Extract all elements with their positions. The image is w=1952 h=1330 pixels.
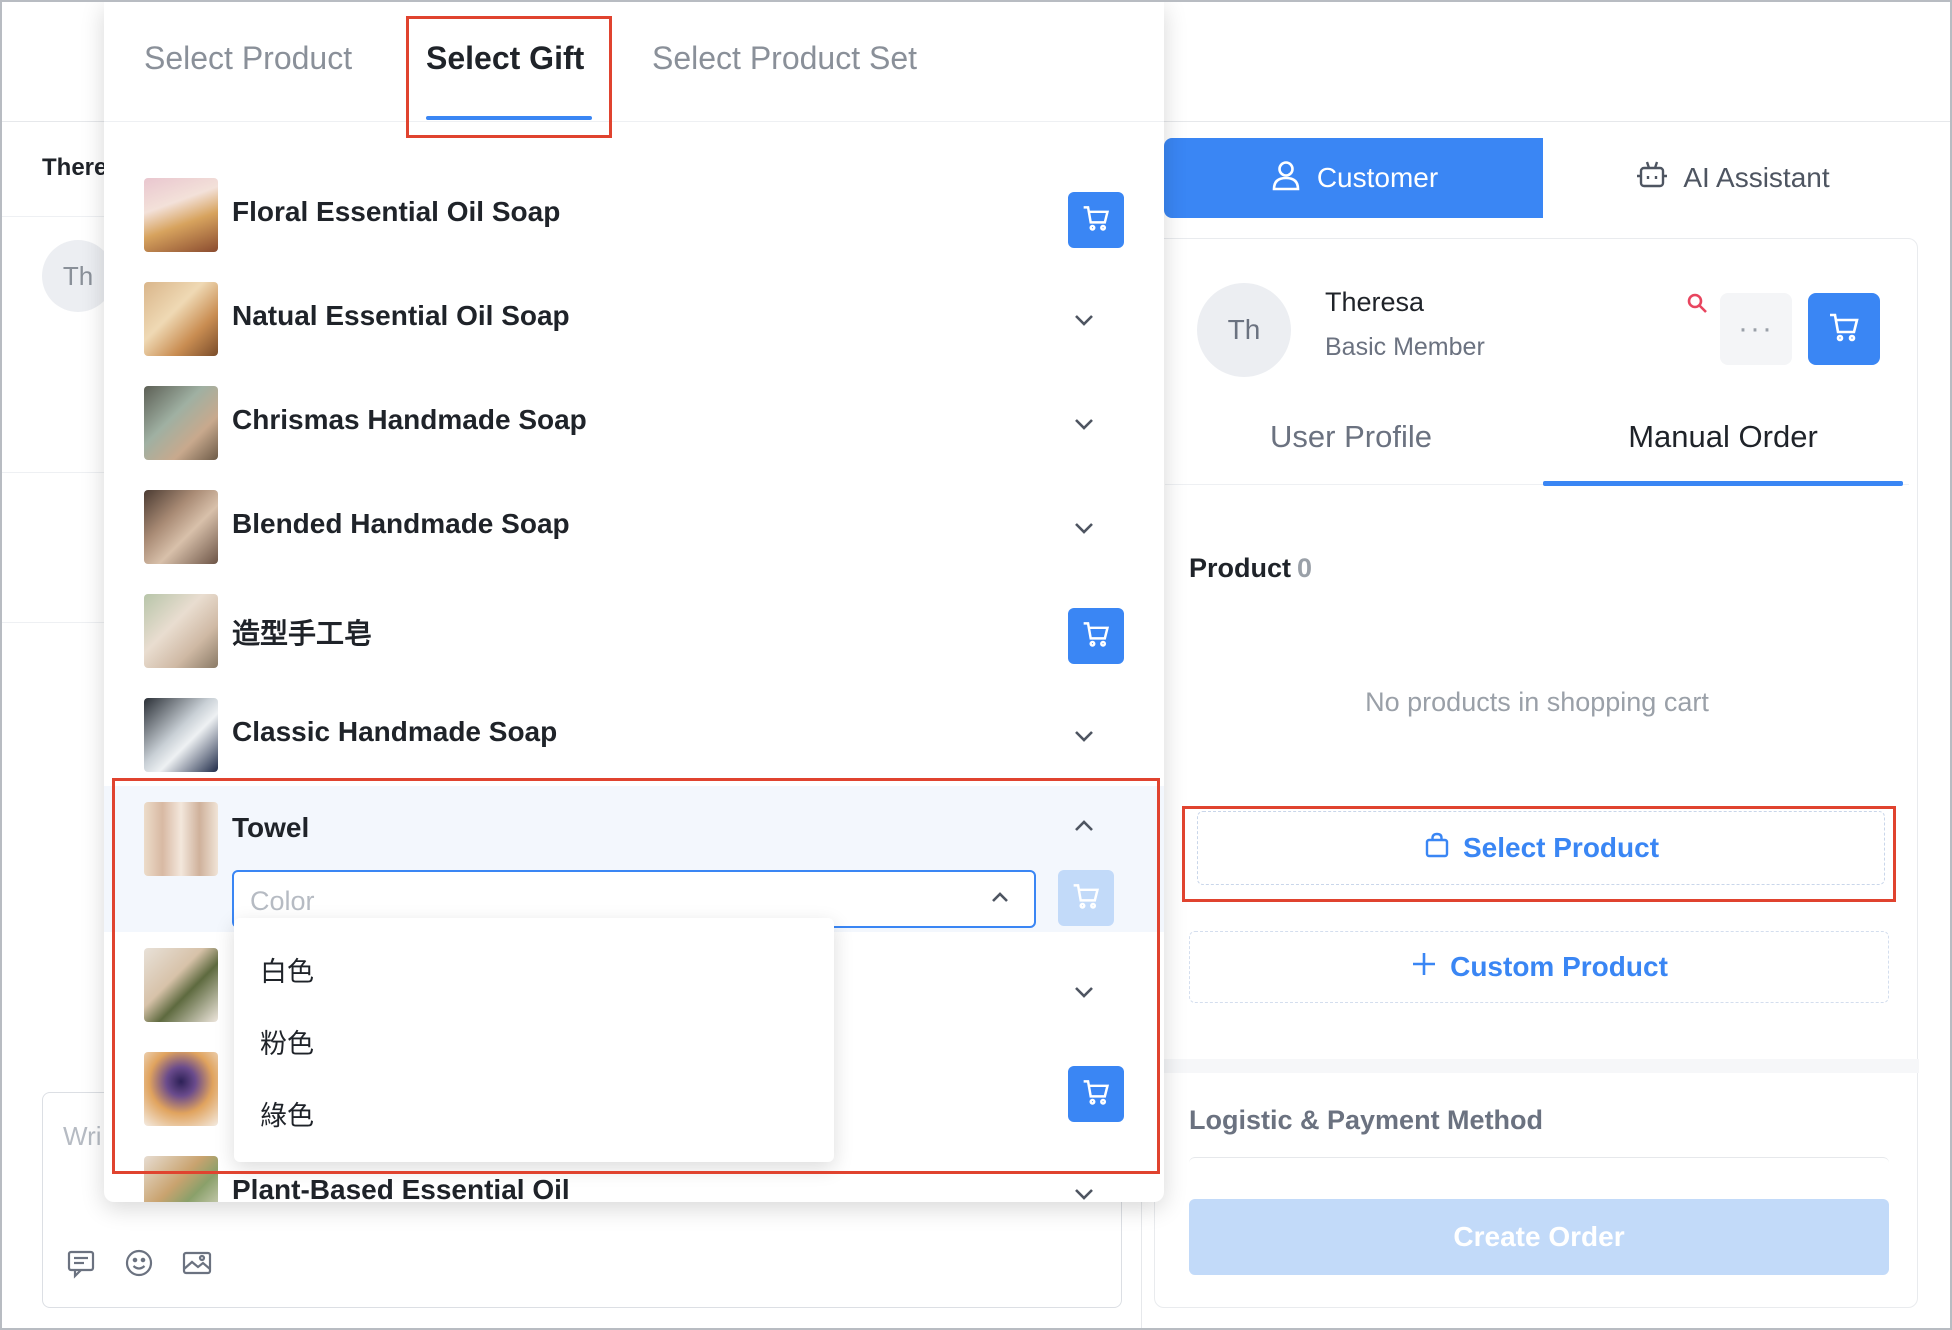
- color-option[interactable]: 綠色: [260, 1094, 314, 1133]
- custom-product-button[interactable]: Custom Product: [1189, 931, 1889, 1003]
- customer-panel-tabs: Customer AI Assistant: [1164, 138, 1922, 218]
- product-name: Classic Handmade Soap: [232, 716, 558, 747]
- chevron-down-icon[interactable]: [1064, 1174, 1104, 1202]
- product-thumbnail: [144, 178, 218, 252]
- list-item[interactable]: Chrismas Handmade Soap: [104, 370, 1164, 474]
- tab-customer-label: Customer: [1316, 162, 1439, 193]
- product-thumbnail: [144, 386, 218, 460]
- select-product-label: Select Product: [1462, 832, 1660, 863]
- tab-ai-assistant[interactable]: AI Assistant: [1543, 138, 1922, 218]
- chevron-down-icon[interactable]: [1064, 972, 1104, 1012]
- product-thumbnail: [144, 490, 218, 564]
- add-to-cart-button-disabled[interactable]: [1058, 870, 1114, 926]
- product-thumbnail: [144, 802, 218, 876]
- tab-customer[interactable]: Customer: [1164, 138, 1543, 218]
- select-product-button[interactable]: Select Product: [1197, 811, 1885, 885]
- product-thumbnail: [144, 282, 218, 356]
- image-icon[interactable]: [179, 1245, 215, 1281]
- color-select-placeholder: Color: [250, 886, 315, 916]
- cart-icon: [1071, 881, 1101, 916]
- add-to-cart-button[interactable]: [1068, 608, 1124, 664]
- chat-contact-name: There: [42, 154, 108, 181]
- color-option[interactable]: 白色: [260, 950, 314, 989]
- composer-toolbar: [63, 1245, 215, 1281]
- product-name: Blended Handmade Soap: [232, 508, 570, 539]
- tab-user-profile[interactable]: User Profile: [1165, 389, 1537, 484]
- tab-select-gift[interactable]: Select Gift: [426, 40, 584, 77]
- emoji-icon[interactable]: [121, 1245, 157, 1281]
- cart-icon: [1827, 310, 1861, 349]
- more-actions-button[interactable]: ···: [1720, 293, 1792, 365]
- picker-tabs: Select Product Select Gift Select Produc…: [104, 2, 1164, 122]
- create-order-button[interactable]: Create Order: [1189, 1199, 1889, 1275]
- add-to-cart-button[interactable]: [1068, 192, 1124, 248]
- chevron-up-icon: [988, 886, 1012, 915]
- plus-icon: [1410, 950, 1438, 985]
- product-thumbnail: [144, 594, 218, 668]
- empty-cart-message: No products in shopping cart: [1365, 687, 1709, 717]
- active-tab-indicator: [426, 116, 592, 120]
- add-to-cart-button[interactable]: [1068, 1066, 1124, 1122]
- logistic-payment-title: Logistic & Payment Method: [1189, 1105, 1544, 1135]
- cart-icon: [1081, 1077, 1111, 1112]
- color-dropdown-menu: 白色 粉色 綠色: [234, 918, 834, 1162]
- user-icon: [1269, 158, 1303, 199]
- list-item[interactable]: Blended Handmade Soap: [104, 474, 1164, 578]
- product-name: Towel: [232, 812, 310, 843]
- color-option[interactable]: 粉色: [260, 1022, 314, 1061]
- tab-select-product[interactable]: Select Product: [144, 40, 352, 77]
- product-section-title: Product 0: [1189, 553, 1312, 584]
- product-thumbnail: [144, 1156, 218, 1202]
- product-thumbnail: [144, 1052, 218, 1126]
- product-count: 0: [1297, 553, 1313, 583]
- list-item-expanded[interactable]: Towel Color: [104, 786, 1164, 932]
- cart-icon: [1081, 203, 1111, 238]
- list-item[interactable]: Floral Essential Oil Soap: [104, 162, 1164, 266]
- list-item[interactable]: Classic Handmade Soap: [104, 682, 1164, 786]
- shopping-bag-icon: [1423, 831, 1451, 866]
- list-item[interactable]: 造型手工皂: [104, 578, 1164, 682]
- quick-reply-icon[interactable]: [63, 1245, 99, 1281]
- cart-icon: [1081, 619, 1111, 654]
- customer-sub-tabs: User Profile Manual Order: [1165, 389, 1909, 486]
- list-item[interactable]: Natual Essential Oil Soap: [104, 266, 1164, 370]
- tab-manual-order[interactable]: Manual Order: [1537, 389, 1909, 486]
- customer-member-level: Basic Member: [1325, 333, 1485, 361]
- composer-placeholder: Wri nev: [63, 1121, 103, 1151]
- tab-select-product-set[interactable]: Select Product Set: [652, 40, 917, 77]
- product-label: Product: [1189, 553, 1292, 583]
- product-thumbnail: [144, 948, 218, 1022]
- product-name: Chrismas Handmade Soap: [232, 404, 587, 435]
- logistic-payment-box: [1189, 1157, 1889, 1177]
- product-name: 造型手工皂: [232, 618, 373, 649]
- chevron-down-icon[interactable]: [1064, 300, 1104, 340]
- section-divider: [1155, 1059, 1919, 1073]
- customer-avatar: Th: [1197, 283, 1291, 377]
- product-name: Natual Essential Oil Soap: [232, 300, 570, 331]
- chevron-down-icon[interactable]: [1064, 716, 1104, 756]
- product-thumbnail: [144, 698, 218, 772]
- chevron-down-icon[interactable]: [1064, 404, 1104, 444]
- product-name: Floral Essential Oil Soap: [232, 196, 561, 227]
- chevron-down-icon[interactable]: [1064, 508, 1104, 548]
- ellipsis-icon: ···: [1738, 312, 1774, 345]
- product-name: Plant-Based Essential Oil: [232, 1174, 570, 1202]
- customer-cart-button[interactable]: [1808, 293, 1880, 365]
- app-window: There Th Wri nev Customer AI: [0, 0, 1952, 1330]
- custom-product-label: Custom Product: [1450, 951, 1668, 982]
- robot-icon: [1635, 158, 1669, 199]
- customer-card: Th Theresa Basic Member ··· User Profile…: [1154, 238, 1919, 1308]
- chevron-up-icon[interactable]: [1064, 806, 1104, 846]
- tab-ai-assistant-label: AI Assistant: [1683, 162, 1830, 193]
- customer-name: Theresa: [1325, 287, 1425, 317]
- tag-search-icon[interactable]: [1685, 291, 1711, 322]
